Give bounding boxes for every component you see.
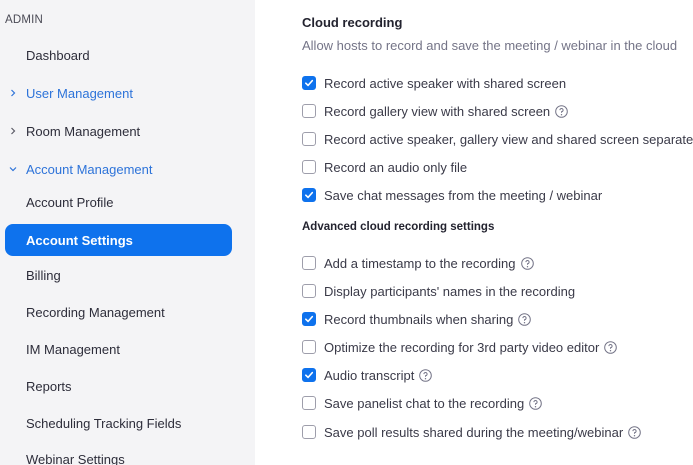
- sidebar-item-reports[interactable]: Reports: [5, 370, 232, 402]
- checkbox-unchecked[interactable]: [302, 284, 316, 298]
- option-label: Save chat messages from the meeting / we…: [324, 187, 603, 203]
- option-label: Record active speaker with shared screen: [324, 75, 567, 91]
- sidebar-item-scheduling-tracking-fields[interactable]: Scheduling Tracking Fields: [5, 407, 232, 439]
- admin-heading: ADMIN: [5, 14, 44, 26]
- option-label: Save panelist chat to the recording: [324, 395, 525, 411]
- help-icon[interactable]: [604, 340, 618, 354]
- checkbox-checked[interactable]: [302, 312, 316, 326]
- sidebar-item-label: Reports: [26, 378, 72, 394]
- checkbox-checked[interactable]: [302, 76, 316, 90]
- sidebar-item-label: IM Management: [26, 341, 120, 357]
- advanced-recording-option-row[interactable]: Audio transcript: [302, 366, 433, 384]
- help-icon[interactable]: [419, 368, 433, 382]
- option-label: Record gallery view with shared screen: [324, 103, 551, 119]
- cloud-recording-option-row[interactable]: Record an audio only file: [302, 158, 467, 176]
- advanced-recording-option-row[interactable]: Optimize the recording for 3rd party vid…: [302, 338, 618, 356]
- sidebar-item-label: Recording Management: [26, 304, 165, 320]
- option-label: Save poll results shared during the meet…: [324, 424, 624, 440]
- option-label: Optimize the recording for 3rd party vid…: [324, 339, 600, 355]
- option-label: Record an audio only file: [324, 159, 468, 175]
- checkbox-unchecked[interactable]: [302, 425, 316, 439]
- sidebar-item-webinar-settings[interactable]: Webinar Settings: [5, 443, 232, 465]
- option-label: Audio transcript: [324, 367, 415, 383]
- option-label: Display participants' names in the recor…: [324, 283, 576, 299]
- sidebar-item-im-management[interactable]: IM Management: [5, 333, 232, 365]
- help-icon[interactable]: [555, 104, 568, 118]
- help-icon[interactable]: [628, 425, 641, 439]
- option-label: Record thumbnails when sharing: [324, 311, 514, 327]
- checkbox-unchecked[interactable]: [302, 160, 316, 174]
- checkbox-unchecked[interactable]: [302, 396, 316, 410]
- chevron-right-icon: [8, 126, 18, 136]
- advanced-recording-option-row[interactable]: Save panelist chat to the recording: [302, 394, 542, 412]
- sidebar-item-user-management[interactable]: User Management: [5, 77, 232, 109]
- advanced-recording-option-row[interactable]: Display participants' names in the recor…: [302, 282, 575, 300]
- advanced-recording-option-row[interactable]: Record thumbnails when sharing: [302, 310, 532, 328]
- advanced-recording-option-row[interactable]: Add a timestamp to the recording: [302, 254, 534, 272]
- sidebar-item-label: Room Management: [26, 123, 141, 139]
- advanced-recording-option-row[interactable]: Save poll results shared during the meet…: [302, 423, 641, 441]
- sidebar-item-label: Dashboard: [26, 47, 90, 63]
- cloud-recording-option-row[interactable]: Save chat messages from the meeting / we…: [302, 186, 602, 204]
- sidebar-item-account-profile[interactable]: Account Profile: [5, 186, 232, 218]
- advanced-settings-title: Advanced cloud recording settings: [302, 221, 495, 233]
- cloud-recording-option-row[interactable]: Record active speaker with shared screen: [302, 74, 566, 92]
- checkbox-unchecked[interactable]: [302, 132, 316, 146]
- checkbox-checked[interactable]: [302, 368, 316, 382]
- checkbox-unchecked[interactable]: [302, 256, 316, 270]
- sidebar-item-label: User Management: [26, 85, 133, 101]
- help-icon[interactable]: [518, 312, 532, 326]
- sidebar-item-label: Scheduling Tracking Fields: [26, 415, 182, 431]
- cloud-recording-option-row[interactable]: Record gallery view with shared screen: [302, 102, 568, 120]
- option-label: Add a timestamp to the recording: [324, 255, 516, 271]
- help-icon[interactable]: [520, 256, 534, 270]
- sidebar-item-dashboard[interactable]: Dashboard: [5, 39, 232, 71]
- cloud-recording-description: Allow hosts to record and save the meeti…: [302, 38, 678, 53]
- sidebar-item-recording-management[interactable]: Recording Management: [5, 296, 232, 328]
- chevron-down-icon: [8, 164, 18, 174]
- checkbox-checked[interactable]: [302, 188, 316, 202]
- cloud-recording-option-row[interactable]: Record active speaker, gallery view and …: [302, 130, 693, 148]
- option-label: Record active speaker, gallery view and …: [324, 131, 693, 147]
- help-icon[interactable]: [529, 396, 542, 410]
- sidebar-item-room-management[interactable]: Room Management: [5, 115, 232, 147]
- settings-content: Cloud recording Allow hosts to record an…: [255, 0, 693, 465]
- sidebar-item-label: Billing: [26, 267, 61, 283]
- sidebar-item-label: Account Management: [26, 161, 153, 177]
- checkbox-unchecked[interactable]: [302, 104, 316, 118]
- cloud-recording-title: Cloud recording: [302, 15, 403, 30]
- admin-sidebar: ADMIN Dashboard User Management Room Man…: [0, 0, 255, 465]
- sidebar-item-label: Webinar Settings: [26, 451, 125, 465]
- sidebar-item-label: Account Settings: [26, 232, 133, 248]
- sidebar-item-account-settings[interactable]: Account Settings: [5, 224, 232, 256]
- chevron-right-icon: [8, 88, 18, 98]
- sidebar-item-label: Account Profile: [26, 194, 114, 210]
- sidebar-item-billing[interactable]: Billing: [5, 259, 232, 291]
- sidebar-item-account-management[interactable]: Account Management: [5, 153, 232, 185]
- checkbox-unchecked[interactable]: [302, 340, 316, 354]
